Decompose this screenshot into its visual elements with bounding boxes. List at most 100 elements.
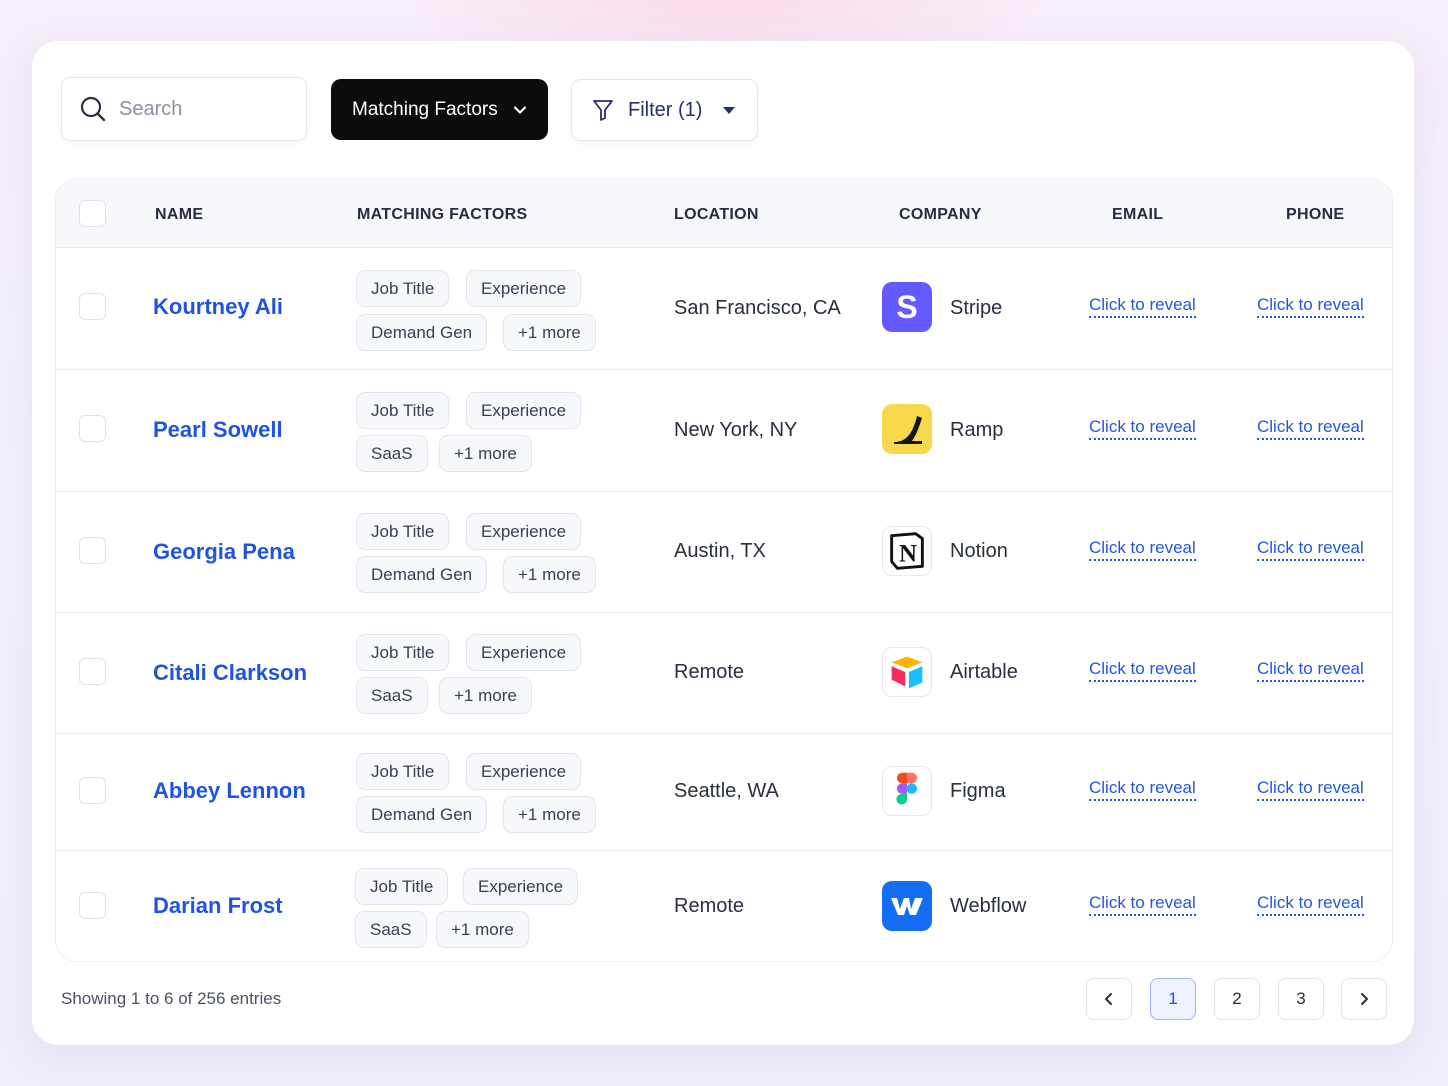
- matching-factor-chip: Experience: [466, 753, 582, 790]
- email-reveal-link[interactable]: Click to reveal: [1089, 893, 1196, 916]
- header-location: LOCATION: [674, 206, 759, 223]
- matching-factor-chip: Experience: [466, 634, 582, 671]
- table-row[interactable]: Georgia Pena Job Title Experience Demand…: [56, 492, 1392, 613]
- table-row[interactable]: Darian Frost Job Title Experience SaaS +…: [56, 851, 1392, 961]
- more-chip[interactable]: +1 more: [436, 911, 529, 948]
- phone-reveal-link[interactable]: Click to reveal: [1257, 295, 1364, 318]
- row-checkbox[interactable]: [79, 777, 106, 804]
- location: Remote: [674, 661, 745, 683]
- filter-funnel-icon: [593, 100, 613, 121]
- email-reveal-link[interactable]: Click to reveal: [1089, 778, 1196, 801]
- select-all-checkbox[interactable]: [79, 200, 106, 227]
- more-chip[interactable]: +1 more: [439, 677, 532, 714]
- figma-logo-icon: [882, 766, 932, 816]
- filter-button[interactable]: Filter (1): [571, 79, 758, 141]
- matching-factor-chip: Job Title: [355, 868, 449, 905]
- contact-name[interactable]: Abbey Lennon: [153, 778, 306, 804]
- matching-factors-button[interactable]: Matching Factors: [331, 79, 548, 140]
- contacts-table: NAME MATCHING FACTORS LOCATION COMPANY E…: [55, 178, 1393, 962]
- row-checkbox[interactable]: [79, 293, 106, 320]
- location: Seattle, WA: [674, 780, 779, 802]
- svg-text:N: N: [899, 541, 917, 568]
- matching-factor-chip: Demand Gen: [356, 796, 488, 833]
- email-reveal-link[interactable]: Click to reveal: [1089, 295, 1196, 318]
- phone-reveal-link[interactable]: Click to reveal: [1257, 893, 1364, 916]
- more-chip[interactable]: +1 more: [439, 435, 532, 472]
- header-email: EMAIL: [1112, 206, 1164, 223]
- email-reveal-link[interactable]: Click to reveal: [1089, 659, 1196, 682]
- matching-factors-label: Matching Factors: [352, 98, 498, 120]
- table-row[interactable]: Citali Clarkson Job Title Experience Saa…: [56, 613, 1392, 734]
- row-checkbox[interactable]: [79, 892, 106, 919]
- matching-factor-chip: Job Title: [356, 513, 450, 550]
- prev-page-button[interactable]: [1086, 978, 1132, 1020]
- stripe-logo-icon: S: [882, 282, 932, 332]
- matching-factor-chip: Job Title: [356, 753, 450, 790]
- row-checkbox[interactable]: [79, 658, 106, 685]
- next-page-button[interactable]: [1341, 978, 1387, 1020]
- chevron-right-icon: [1361, 993, 1368, 1005]
- phone-reveal-link[interactable]: Click to reveal: [1257, 778, 1364, 801]
- matching-factor-chip: Demand Gen: [356, 314, 488, 351]
- notion-logo-icon: N: [882, 526, 932, 576]
- matching-factor-chip: Job Title: [356, 634, 450, 671]
- location: Austin, TX: [674, 540, 766, 562]
- company-name: Airtable: [950, 661, 1018, 683]
- contact-name[interactable]: Georgia Pena: [153, 539, 295, 565]
- matching-factor-chip: Experience: [466, 392, 582, 429]
- svg-text:S: S: [896, 289, 917, 325]
- matching-factor-chip: SaaS: [356, 677, 428, 714]
- table-header: NAME MATCHING FACTORS LOCATION COMPANY E…: [56, 179, 1392, 248]
- airtable-logo-icon: [882, 647, 932, 697]
- location: San Francisco, CA: [674, 297, 841, 319]
- more-chip[interactable]: +1 more: [503, 796, 596, 833]
- more-chip[interactable]: +1 more: [503, 556, 596, 593]
- matching-factor-chip: Job Title: [356, 392, 450, 429]
- matching-factor-chip: Demand Gen: [356, 556, 488, 593]
- matching-factor-chip: Job Title: [356, 270, 450, 307]
- chevron-down-icon: [513, 105, 526, 114]
- email-reveal-link[interactable]: Click to reveal: [1089, 417, 1196, 440]
- contact-name[interactable]: Pearl Sowell: [153, 417, 283, 443]
- contact-name[interactable]: Darian Frost: [153, 893, 283, 919]
- matching-factor-chip: Experience: [463, 868, 579, 905]
- phone-reveal-link[interactable]: Click to reveal: [1257, 659, 1364, 682]
- page-button-1[interactable]: 1: [1150, 978, 1196, 1020]
- page-button-2[interactable]: 2: [1214, 978, 1260, 1020]
- header-company: COMPANY: [899, 206, 982, 223]
- company-name: Figma: [950, 780, 1006, 802]
- row-checkbox[interactable]: [79, 537, 106, 564]
- phone-reveal-link[interactable]: Click to reveal: [1257, 417, 1364, 440]
- filter-label: Filter (1): [628, 98, 703, 121]
- search-input[interactable]: [119, 97, 279, 121]
- search-box[interactable]: [61, 77, 307, 141]
- email-reveal-link[interactable]: Click to reveal: [1089, 538, 1196, 561]
- header-name: NAME: [155, 206, 204, 223]
- company-name: Notion: [950, 540, 1008, 562]
- header-matching-factors: MATCHING FACTORS: [357, 206, 528, 223]
- header-phone: PHONE: [1286, 206, 1345, 223]
- more-chip[interactable]: +1 more: [503, 314, 596, 351]
- table-row[interactable]: Pearl Sowell Job Title Experience SaaS +…: [56, 370, 1392, 492]
- matching-factor-chip: SaaS: [356, 435, 428, 472]
- matching-factor-chip: SaaS: [355, 911, 427, 948]
- caret-down-icon: [723, 107, 736, 114]
- company-name: Ramp: [950, 419, 1004, 441]
- table-row[interactable]: Kourtney Ali Job Title Experience Demand…: [56, 248, 1392, 370]
- company-name: Webflow: [950, 895, 1027, 917]
- entries-summary: Showing 1 to 6 of 256 entries: [61, 989, 282, 1008]
- contact-name[interactable]: Citali Clarkson: [153, 660, 307, 686]
- matching-factor-chip: Experience: [466, 270, 582, 307]
- page-button-3[interactable]: 3: [1278, 978, 1324, 1020]
- phone-reveal-link[interactable]: Click to reveal: [1257, 538, 1364, 561]
- row-checkbox[interactable]: [79, 415, 106, 442]
- chevron-left-icon: [1105, 993, 1112, 1005]
- ramp-logo-icon: [882, 404, 932, 454]
- contact-name[interactable]: Kourtney Ali: [153, 294, 283, 320]
- location: New York, NY: [674, 419, 798, 441]
- table-row[interactable]: Abbey Lennon Job Title Experience Demand…: [56, 734, 1392, 851]
- search-icon: [80, 96, 106, 122]
- contacts-card: Matching Factors Filter (1) NAME MATCHIN…: [32, 41, 1414, 1045]
- webflow-logo-icon: [882, 881, 932, 931]
- location: Remote: [674, 895, 745, 917]
